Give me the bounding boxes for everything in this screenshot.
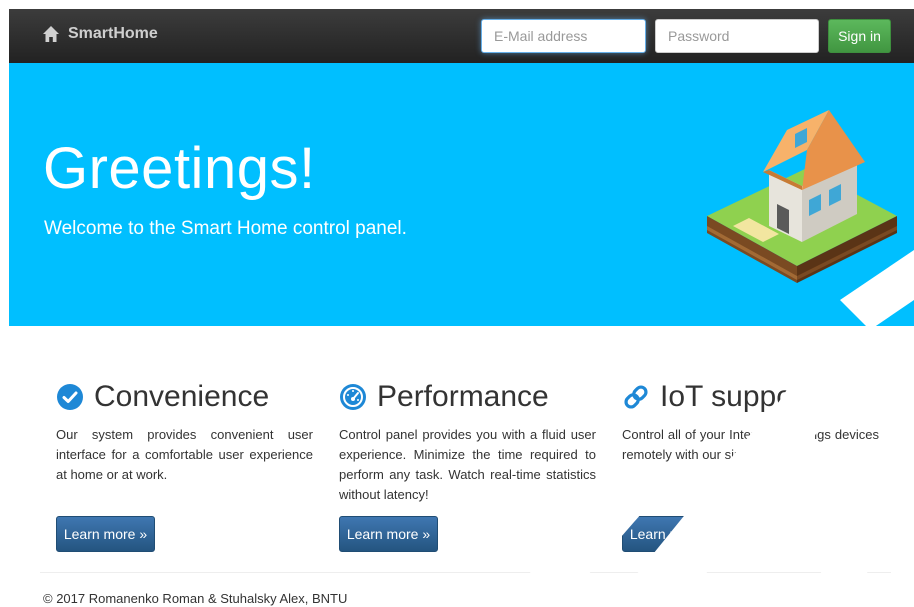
feature-iot-support: IoT support Control all of your Internet…	[622, 377, 879, 552]
feature-header: IoT support	[622, 377, 879, 417]
feature-description: Control all of your Internet of Things d…	[622, 427, 879, 462]
house-illustration	[707, 110, 897, 283]
navbar: SmartHome Sign in	[9, 9, 914, 63]
feature-description: Our system provides convenient user inte…	[56, 427, 313, 482]
check-circle-icon	[57, 384, 83, 410]
sign-in-button[interactable]: Sign in	[828, 19, 891, 53]
learn-more-button[interactable]: Learn more »	[56, 516, 155, 552]
feature-header: Performance	[339, 377, 596, 417]
password-field[interactable]	[655, 19, 819, 53]
feature-convenience: Convenience Our system provides convenie…	[56, 377, 313, 552]
hero-subtitle: Welcome to the Smart Home control panel.	[44, 218, 407, 239]
brand-name: SmartHome	[68, 25, 158, 42]
feature-description: Control panel provides you with a fluid …	[339, 427, 596, 502]
brand-link[interactable]: SmartHome	[42, 25, 158, 43]
feature-header: Convenience	[56, 377, 313, 417]
learn-more-button[interactable]: Learn more »	[622, 516, 721, 552]
feature-title: Convenience	[94, 380, 270, 413]
footer-copyright: © 2017 Romanenko Roman & Stuhalsky Alex,…	[43, 591, 348, 606]
footer-divider	[40, 572, 891, 573]
learn-more-button[interactable]: Learn more »	[339, 516, 438, 552]
feature-title: Performance	[377, 380, 549, 413]
feature-title: IoT support	[660, 380, 812, 413]
link-icon	[624, 385, 648, 409]
hero-title: Greetings!	[43, 136, 316, 201]
dashboard-icon	[340, 384, 366, 410]
email-field[interactable]	[481, 19, 646, 53]
hero-banner: Greetings! Welcome to the Smart Home con…	[9, 63, 914, 326]
feature-performance: Performance Control panel provides you w…	[339, 377, 596, 552]
home-icon	[43, 26, 59, 42]
